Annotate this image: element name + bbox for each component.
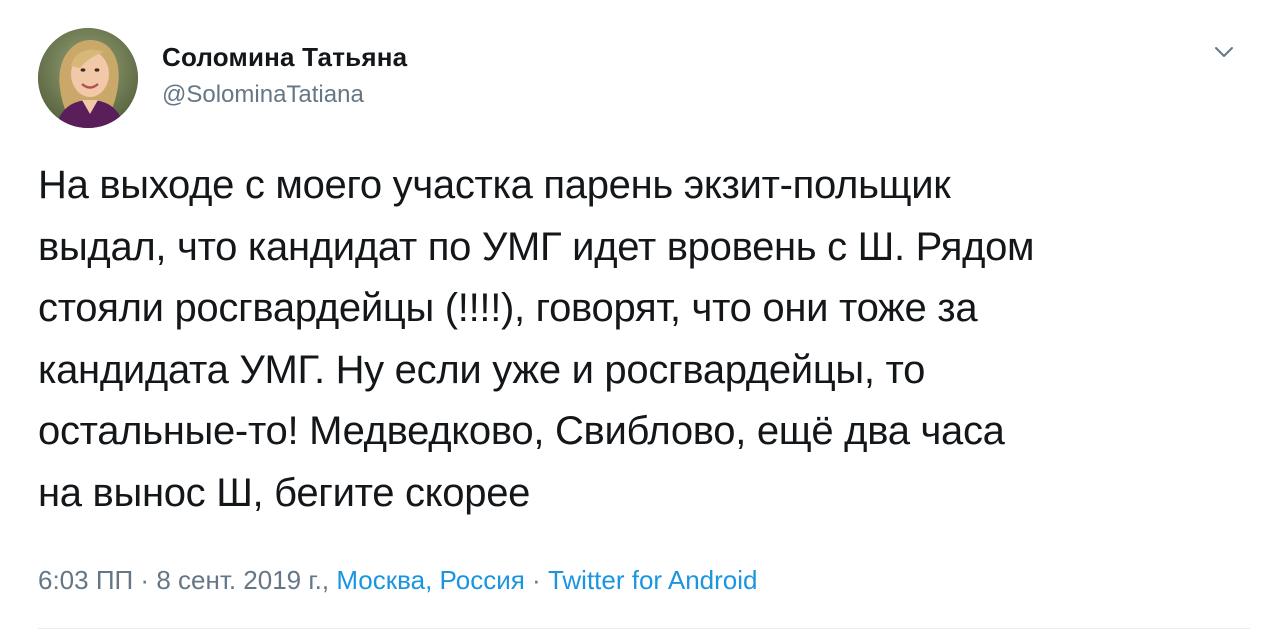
divider (38, 628, 1250, 629)
meta-separator: · (133, 565, 157, 595)
tweet-card: Соломина Татьяна @SolominaTatiana На вых… (0, 0, 1280, 634)
author-names: Соломина Татьяна @SolominaTatiana (162, 42, 407, 110)
meta-separator-2: · (524, 565, 548, 595)
tweet-header: Соломина Татьяна @SolominaTatiana (38, 28, 1250, 128)
tweet-time[interactable]: 6:03 ПП (38, 565, 133, 595)
tweet-text: На выходе с моего участка парень экзит-п… (38, 163, 1035, 515)
author-handle[interactable]: @SolominaTatiana (162, 80, 407, 110)
tweet-source-link[interactable]: Twitter for Android (548, 565, 758, 595)
chevron-down-icon[interactable] (1212, 40, 1236, 64)
author-display-name[interactable]: Соломина Татьяна (162, 42, 407, 72)
tweet-location-link[interactable]: Москва, Россия (336, 565, 524, 595)
tweet-meta: 6:03 ПП · 8 сент. 2019 г., Москва, Росси… (38, 562, 757, 598)
tweet-date[interactable]: 8 сент. 2019 г., (156, 565, 336, 595)
avatar[interactable] (38, 28, 138, 128)
